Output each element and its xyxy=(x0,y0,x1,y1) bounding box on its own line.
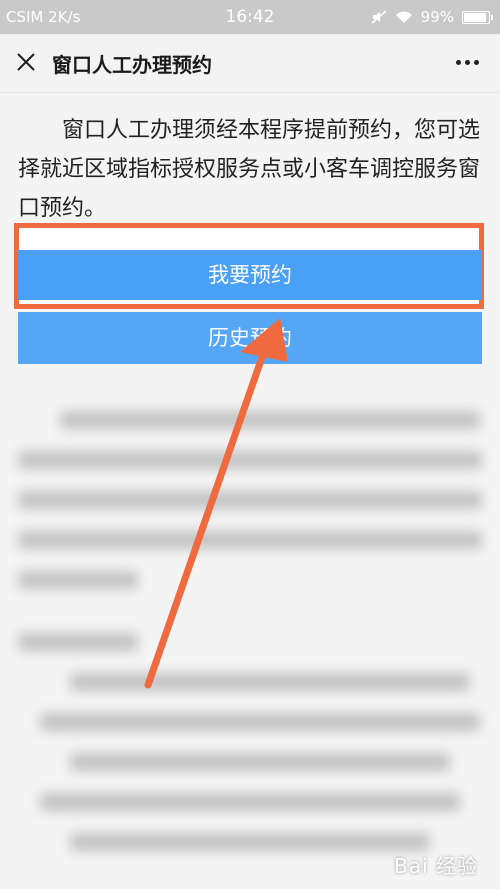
blurred-line xyxy=(18,531,482,549)
blurred-line xyxy=(18,451,482,469)
more-dots-icon[interactable] xyxy=(456,52,486,72)
blurred-content xyxy=(0,393,500,889)
blurred-line xyxy=(18,633,138,651)
battery-icon xyxy=(462,10,493,24)
blurred-line xyxy=(40,793,460,811)
battery-percent: 99% xyxy=(420,8,454,26)
blurred-line xyxy=(70,673,470,691)
battery-fill xyxy=(464,12,486,22)
close-icon[interactable] xyxy=(12,48,40,76)
blurred-line xyxy=(40,713,480,731)
dot xyxy=(474,59,479,65)
blurred-line xyxy=(70,833,430,851)
blurred-line xyxy=(18,491,482,509)
make-appointment-button[interactable]: 我要预约 xyxy=(18,250,482,300)
content-area: 窗口人工办理须经本程序提前预约，您可选择就近区域指标授权服务点或小客车调控服务窗… xyxy=(0,93,500,889)
blurred-line xyxy=(60,411,480,429)
mute-icon xyxy=(371,10,387,24)
wifi-icon xyxy=(395,11,412,23)
blurred-line xyxy=(18,571,138,589)
status-indicators: 99% xyxy=(371,8,493,26)
dot xyxy=(456,59,461,65)
blurred-line xyxy=(70,753,450,771)
intro-paragraph: 窗口人工办理须经本程序提前预约，您可选择就近区域指标授权服务点或小客车调控服务窗… xyxy=(18,118,481,221)
dot xyxy=(465,59,470,65)
page-title: 窗口人工办理预约 xyxy=(52,53,212,77)
status-bar: CSIM 2K/s 16:42 99% xyxy=(0,0,500,34)
watermark: Bai 经验 xyxy=(394,854,478,878)
title-bar: 窗口人工办理预约 xyxy=(0,34,500,93)
history-appointment-button[interactable]: 历史预约 xyxy=(18,312,482,364)
